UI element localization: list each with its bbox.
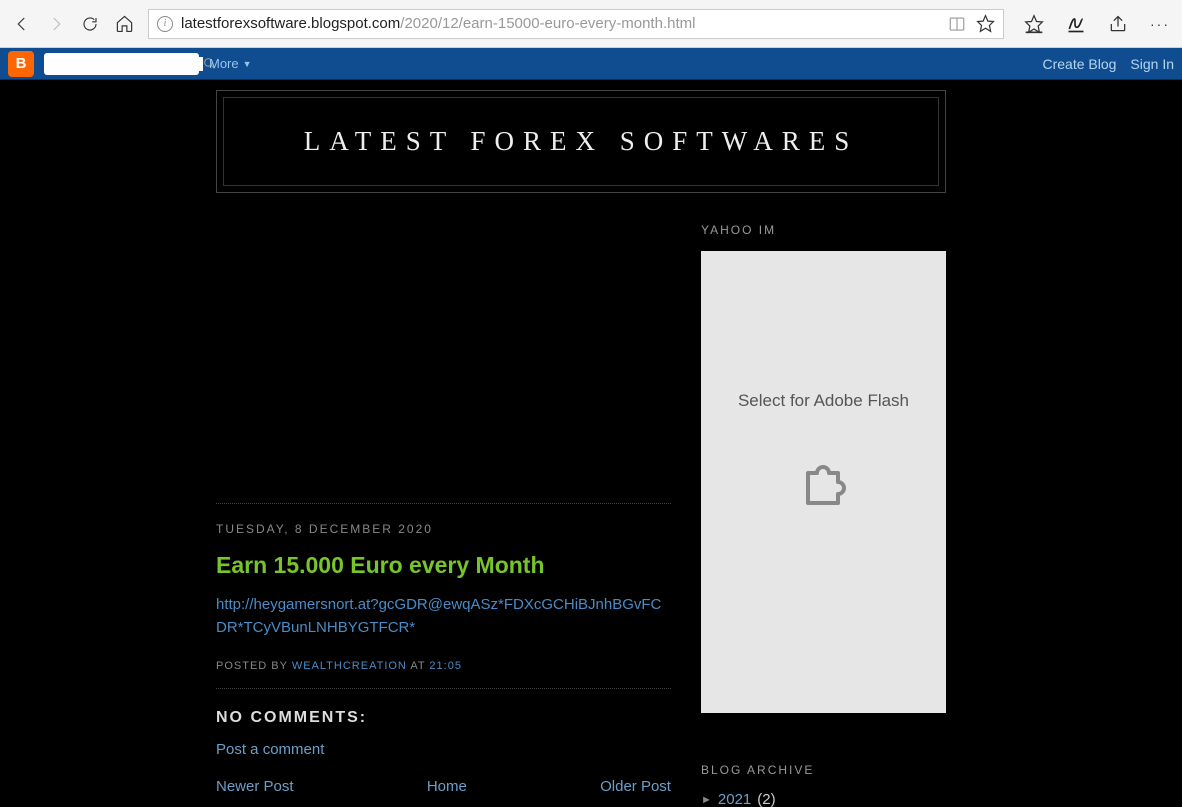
post-time[interactable]: 21:05	[429, 660, 462, 672]
refresh-button[interactable]	[80, 14, 100, 34]
sidebar: YAHOO IM Select for Adobe Flash BLOG ARC…	[701, 223, 946, 807]
url-host: latestforexsoftware.blogspot.com	[181, 15, 400, 32]
share-icon[interactable]	[1108, 14, 1128, 34]
page-viewport[interactable]: LATEST FOREX SOFTWARES TUESDAY, 8 DECEMB…	[0, 80, 1182, 807]
site-info-icon[interactable]: i	[157, 16, 173, 32]
favorite-star-icon[interactable]	[976, 14, 995, 33]
favorites-list-icon[interactable]	[1024, 14, 1044, 34]
site-title[interactable]: LATEST FOREX SOFTWARES	[234, 126, 928, 157]
divider	[216, 503, 671, 504]
divider	[216, 688, 671, 689]
post-date: TUESDAY, 8 DECEMBER 2020	[216, 522, 671, 536]
more-label: More	[209, 56, 239, 71]
home-link[interactable]: Home	[427, 778, 467, 795]
post-comment-link[interactable]: Post a comment	[216, 741, 324, 758]
blogger-search-input[interactable]	[48, 57, 203, 71]
post-title[interactable]: Earn 15.000 Euro every Month	[216, 552, 671, 579]
archive-item[interactable]: ► 2021 (2)	[701, 791, 946, 807]
reading-view-icon[interactable]	[948, 15, 966, 33]
address-bar[interactable]: i latestforexsoftware.blogspot.com/2020/…	[148, 9, 1004, 39]
flash-placeholder[interactable]: Select for Adobe Flash	[701, 251, 946, 713]
comments-heading: NO COMMENTS:	[216, 709, 671, 727]
browser-toolbar: i latestforexsoftware.blogspot.com/2020/…	[0, 0, 1182, 48]
url-path: /2020/12/earn-15000-euro-every-month.htm…	[400, 15, 695, 32]
sign-in-link[interactable]: Sign In	[1130, 56, 1174, 72]
post-meta: POSTED BY WEALTHCREATION AT 21:05	[216, 660, 671, 672]
notes-icon[interactable]	[1066, 14, 1086, 34]
create-blog-link[interactable]: Create Blog	[1042, 56, 1116, 72]
post-nav: Newer Post Home Older Post	[216, 778, 671, 795]
at-label: AT	[407, 660, 430, 672]
newer-post-link[interactable]: Newer Post	[216, 778, 294, 795]
more-icon[interactable]: ···	[1150, 14, 1170, 34]
yahoo-im-heading: YAHOO IM	[701, 223, 946, 237]
back-button[interactable]	[12, 14, 32, 34]
main-column: TUESDAY, 8 DECEMBER 2020 Earn 15.000 Eur…	[216, 223, 671, 807]
expand-arrow-icon[interactable]: ►	[701, 794, 712, 806]
archive-year[interactable]: 2021	[718, 791, 751, 807]
flash-text: Select for Adobe Flash	[738, 391, 909, 411]
chevron-down-icon: ▼	[243, 59, 252, 69]
forward-button[interactable]	[46, 14, 66, 34]
blog-archive: BLOG ARCHIVE ► 2021 (2)	[701, 763, 946, 807]
header-frame: LATEST FOREX SOFTWARES	[216, 90, 946, 193]
blogger-search[interactable]	[44, 53, 199, 75]
url-text[interactable]: latestforexsoftware.blogspot.com/2020/12…	[181, 15, 940, 32]
blogger-more-dropdown[interactable]: More ▼	[209, 56, 252, 71]
home-button[interactable]	[114, 14, 134, 34]
blogger-logo-icon[interactable]: B	[8, 51, 34, 77]
toolbar-right: ···	[1024, 14, 1170, 34]
older-post-link[interactable]: Older Post	[600, 778, 671, 795]
archive-heading: BLOG ARCHIVE	[701, 763, 946, 777]
post-author[interactable]: WEALTHCREATION	[292, 660, 407, 672]
blogger-navbar: B More ▼ Create Blog Sign In	[0, 48, 1182, 80]
archive-count: (2)	[757, 791, 775, 807]
puzzle-icon	[792, 451, 856, 515]
posted-by-label: POSTED BY	[216, 660, 292, 672]
post-body-link[interactable]: http://heygamersnort.at?gcGDR@ewqASz*FDX…	[216, 593, 671, 640]
